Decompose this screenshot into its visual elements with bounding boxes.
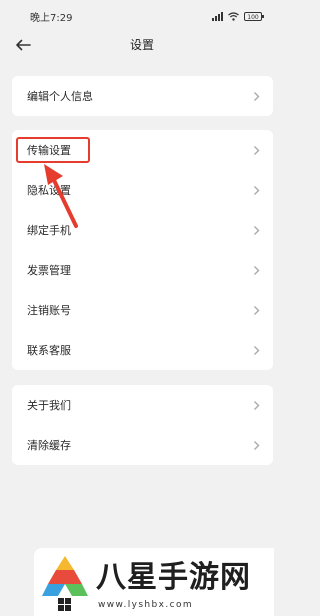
menu-item-contact-support[interactable]: 联系客服 [12, 330, 273, 370]
battery-icon: 100 [244, 11, 264, 21]
signal-icon [212, 11, 223, 21]
windows-logo-icon [58, 598, 71, 611]
chevron-right-icon [251, 184, 261, 196]
back-button[interactable] [12, 32, 34, 58]
settings-section: 传输设置 隐私设置 绑定手机 发票管理 注销账号 联系客服 [12, 130, 273, 370]
chevron-right-icon [251, 399, 261, 411]
watermark-brand: 八星手游网 [96, 560, 251, 595]
watermark: 八星手游网 www.lyshbx.com [34, 548, 274, 616]
watermark-url: www.lyshbx.com [98, 600, 194, 610]
menu-item-label: 发票管理 [27, 264, 71, 277]
menu-item-bind-phone[interactable]: 绑定手机 [12, 210, 273, 250]
menu-item-label: 注销账号 [27, 304, 71, 317]
menu-item-label: 编辑个人信息 [27, 90, 93, 103]
about-section: 关于我们 清除缓存 [12, 385, 273, 465]
menu-item-invoice-management[interactable]: 发票管理 [12, 250, 273, 290]
menu-item-edit-profile[interactable]: 编辑个人信息 [12, 76, 273, 116]
page-title: 设置 [129, 38, 154, 52]
profile-section: 编辑个人信息 [12, 76, 273, 116]
wifi-icon [228, 11, 239, 21]
back-arrow-icon [16, 39, 31, 51]
brand-logo-icon [42, 556, 88, 596]
status-icons: 100 [212, 11, 264, 21]
menu-item-cancel-account[interactable]: 注销账号 [12, 290, 273, 330]
header: 设置 [0, 32, 284, 58]
menu-item-clear-cache[interactable]: 清除缓存 [12, 425, 273, 465]
menu-item-label: 隐私设置 [27, 184, 71, 197]
menu-item-label: 关于我们 [27, 399, 71, 412]
chevron-right-icon [251, 344, 261, 356]
menu-item-privacy-settings[interactable]: 隐私设置 [12, 170, 273, 210]
status-bar: 晚上7:29 100 [0, 0, 284, 32]
chevron-right-icon [251, 264, 261, 276]
menu-item-label: 绑定手机 [27, 224, 71, 237]
annotation-highlight-box [16, 137, 90, 163]
menu-item-label: 清除缓存 [27, 439, 71, 452]
status-time: 晚上7:29 [30, 12, 73, 24]
chevron-right-icon [251, 224, 261, 236]
menu-item-about-us[interactable]: 关于我们 [12, 385, 273, 425]
chevron-right-icon [251, 304, 261, 316]
menu-item-label: 联系客服 [27, 344, 71, 357]
chevron-right-icon [251, 439, 261, 451]
chevron-right-icon [251, 144, 261, 156]
chevron-right-icon [251, 90, 261, 102]
